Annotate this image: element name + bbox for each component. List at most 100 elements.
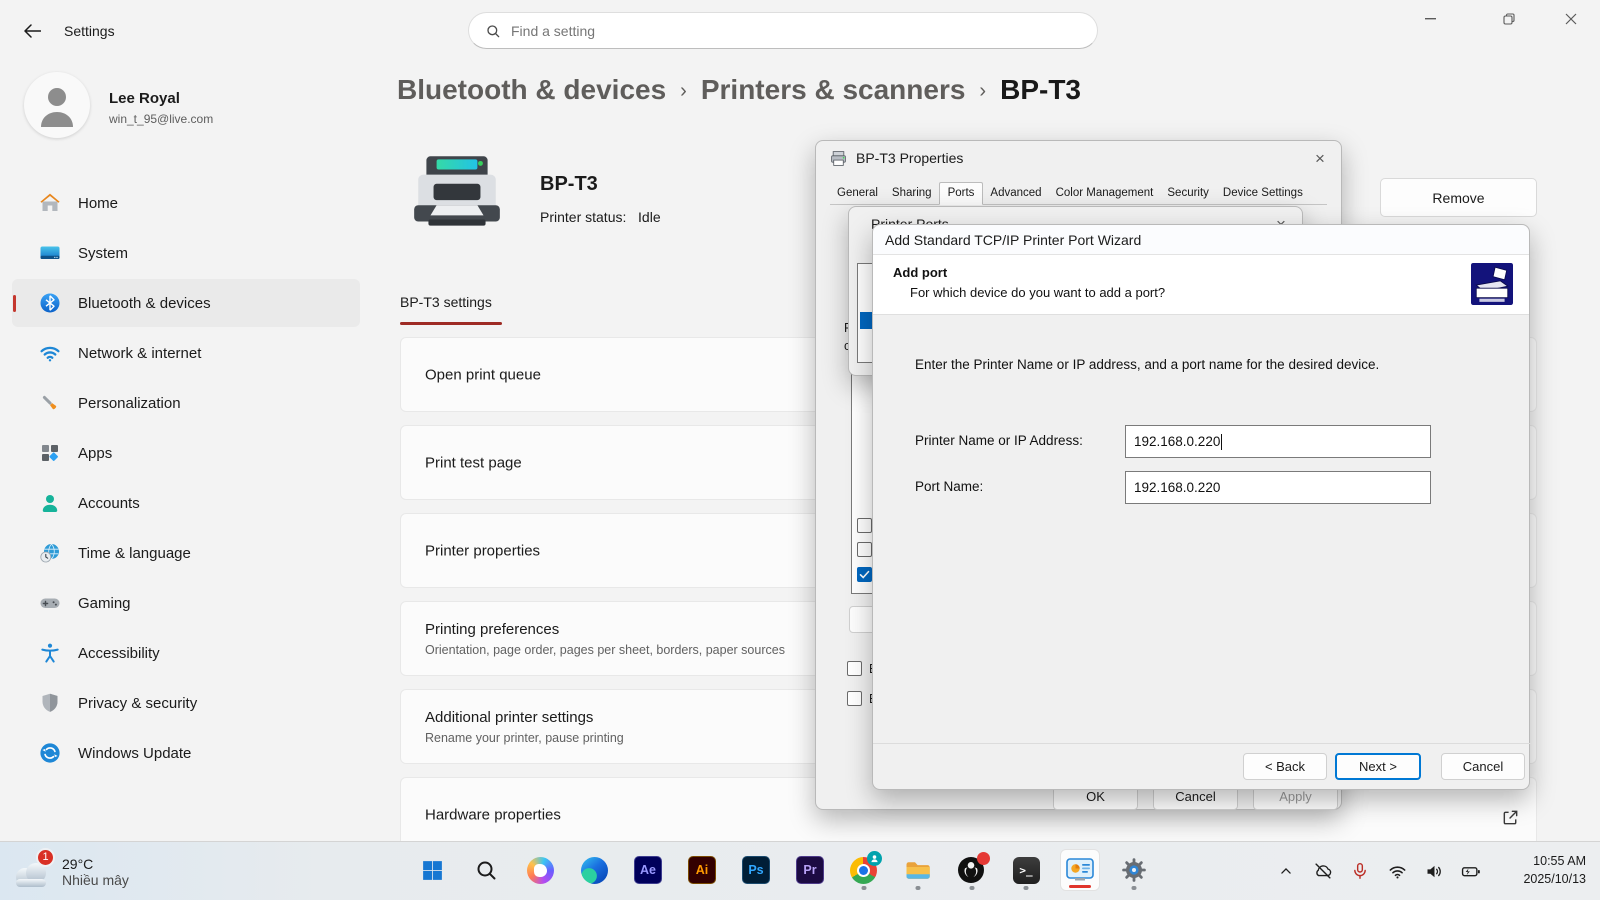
printer-status-value: Idle bbox=[638, 209, 661, 225]
restore-button[interactable] bbox=[1486, 0, 1532, 38]
wizard-footer-divider bbox=[873, 743, 1531, 744]
sidebar-item-label: Apps bbox=[78, 445, 112, 462]
port-checkbox[interactable] bbox=[857, 518, 872, 533]
chrome-button[interactable] bbox=[844, 849, 884, 891]
tab-bp-t3-settings[interactable]: BP-T3 settings bbox=[400, 294, 492, 310]
taskbar-search-button[interactable] bbox=[466, 849, 506, 891]
running-indicator bbox=[1132, 886, 1137, 890]
sidebar-item-apps[interactable]: Apps bbox=[12, 429, 360, 477]
sidebar-item-label: System bbox=[78, 245, 128, 262]
windows-update-icon bbox=[38, 741, 62, 765]
remove-button[interactable]: Remove bbox=[1380, 178, 1537, 217]
sidebar-item-system[interactable]: System bbox=[12, 229, 360, 277]
wizard-titlebar: Add Standard TCP/IP Printer Port Wizard bbox=[873, 225, 1529, 255]
sidebar-item-time-language[interactable]: Time & language bbox=[12, 529, 360, 577]
sidebar-item-label: Personalization bbox=[78, 395, 181, 412]
obs-button[interactable] bbox=[952, 849, 992, 891]
sidebar-item-privacy-security[interactable]: Privacy & security bbox=[12, 679, 360, 727]
tab-device-settings[interactable]: Device Settings bbox=[1216, 183, 1310, 204]
sidebar-item-gaming[interactable]: Gaming bbox=[12, 579, 360, 627]
breadcrumb: Bluetooth & devices › Printers & scanner… bbox=[397, 74, 1081, 106]
start-button[interactable] bbox=[412, 849, 452, 891]
battery-icon[interactable] bbox=[1460, 860, 1482, 882]
printer-name: BP-T3 bbox=[540, 173, 598, 196]
port-name-label: Port Name: bbox=[915, 479, 983, 494]
wizard-title: Add Standard TCP/IP Printer Port Wizard bbox=[885, 232, 1141, 248]
weather-cloud-icon: 1 bbox=[12, 853, 54, 891]
microphone-icon[interactable] bbox=[1349, 860, 1371, 882]
close-icon[interactable]: × bbox=[1307, 147, 1333, 171]
wifi-icon[interactable] bbox=[1386, 860, 1408, 882]
port-name-input[interactable]: 192.168.0.220 bbox=[1125, 471, 1431, 504]
tab-security[interactable]: Security bbox=[1160, 183, 1216, 204]
sidebar-item-label: Accounts bbox=[78, 495, 140, 512]
photoshop-button[interactable]: Ps bbox=[736, 849, 776, 891]
onedrive-off-icon[interactable] bbox=[1312, 860, 1334, 882]
properties-tabstrip: General Sharing Ports Advanced Color Man… bbox=[830, 181, 1327, 205]
file-explorer-button[interactable] bbox=[898, 849, 938, 891]
copilot-button[interactable] bbox=[520, 849, 560, 891]
illustrator-icon: Ai bbox=[688, 856, 716, 884]
settings-gear-button[interactable] bbox=[1114, 849, 1154, 891]
person-icon bbox=[37, 83, 77, 127]
breadcrumb-bluetooth-devices[interactable]: Bluetooth & devices bbox=[397, 74, 666, 106]
running-indicator bbox=[970, 886, 975, 890]
sidebar-item-personalization[interactable]: Personalization bbox=[12, 379, 360, 427]
port-checkbox-checked[interactable] bbox=[857, 567, 872, 582]
ip-address-input[interactable]: 192.168.0.220 bbox=[1125, 425, 1431, 458]
wizard-printer-icon bbox=[1471, 263, 1513, 310]
sidebar-item-accounts[interactable]: Accounts bbox=[12, 479, 360, 527]
time-language-icon bbox=[38, 541, 62, 565]
edge-button[interactable] bbox=[574, 849, 614, 891]
tray-chevron-up-icon[interactable] bbox=[1275, 860, 1297, 882]
tab-ports[interactable]: Ports bbox=[939, 182, 984, 205]
dialog-title: BP-T3 Properties bbox=[856, 150, 963, 166]
tab-color-management[interactable]: Color Management bbox=[1049, 183, 1161, 204]
windows-start-icon bbox=[420, 858, 445, 883]
sidebar-item-network-internet[interactable]: Network & internet bbox=[12, 329, 360, 377]
weather-widget[interactable]: 1 29°C Nhiều mây bbox=[6, 848, 176, 895]
bidirectional-checkbox[interactable] bbox=[847, 661, 862, 676]
search-icon bbox=[485, 23, 501, 39]
sidebar-item-bluetooth-devices[interactable]: Bluetooth & devices bbox=[12, 279, 360, 327]
clock-time: 10:55 AM bbox=[1523, 852, 1586, 870]
wizard-question: For which device do you want to add a po… bbox=[910, 285, 1165, 300]
home-icon bbox=[38, 191, 62, 215]
breadcrumb-separator: › bbox=[680, 77, 687, 103]
cancel-button[interactable]: Cancel bbox=[1441, 753, 1525, 780]
back-button[interactable]: < Back bbox=[1243, 753, 1327, 780]
app-title: Settings bbox=[64, 23, 115, 39]
sidebar-item-label: Privacy & security bbox=[78, 695, 197, 712]
sidebar-item-label: Time & language bbox=[78, 545, 191, 562]
external-link-icon bbox=[1501, 808, 1520, 832]
clock-date: 2025/10/13 bbox=[1523, 870, 1586, 888]
close-button[interactable] bbox=[1548, 0, 1594, 38]
port-checkbox[interactable] bbox=[857, 542, 872, 557]
accounts-icon bbox=[38, 491, 62, 515]
user-name: Lee Royal bbox=[109, 90, 180, 107]
avatar[interactable] bbox=[24, 72, 90, 138]
tab-general[interactable]: General bbox=[830, 183, 885, 204]
search-placeholder: Find a setting bbox=[511, 23, 595, 39]
back-button[interactable] bbox=[18, 18, 46, 44]
printer-pooling-checkbox[interactable] bbox=[847, 691, 862, 706]
after-effects-button[interactable]: Ae bbox=[628, 849, 668, 891]
sidebar-item-windows-update[interactable]: Windows Update bbox=[12, 729, 360, 777]
illustrator-button[interactable]: Ai bbox=[682, 849, 722, 891]
sidebar-item-home[interactable]: Home bbox=[12, 179, 360, 227]
terminal-button[interactable]: >_ bbox=[1006, 849, 1046, 891]
sidebar-item-label: Gaming bbox=[78, 595, 131, 612]
minimize-button[interactable] bbox=[1407, 0, 1453, 38]
next-button[interactable]: Next > bbox=[1335, 753, 1421, 780]
premiere-button[interactable]: Pr bbox=[790, 849, 830, 891]
tray-clock[interactable]: 10:55 AM 2025/10/13 bbox=[1523, 852, 1586, 888]
sidebar-item-accessibility[interactable]: Accessibility bbox=[12, 629, 360, 677]
search-input[interactable]: Find a setting bbox=[468, 12, 1098, 49]
breadcrumb-printers-scanners[interactable]: Printers & scanners bbox=[701, 74, 966, 106]
settings-app-active-button[interactable] bbox=[1060, 849, 1100, 891]
tab-advanced[interactable]: Advanced bbox=[983, 183, 1048, 204]
text-caret bbox=[1221, 434, 1222, 450]
volume-icon[interactable] bbox=[1423, 860, 1445, 882]
user-email: win_t_95@live.com bbox=[109, 112, 213, 126]
tab-sharing[interactable]: Sharing bbox=[885, 183, 939, 204]
